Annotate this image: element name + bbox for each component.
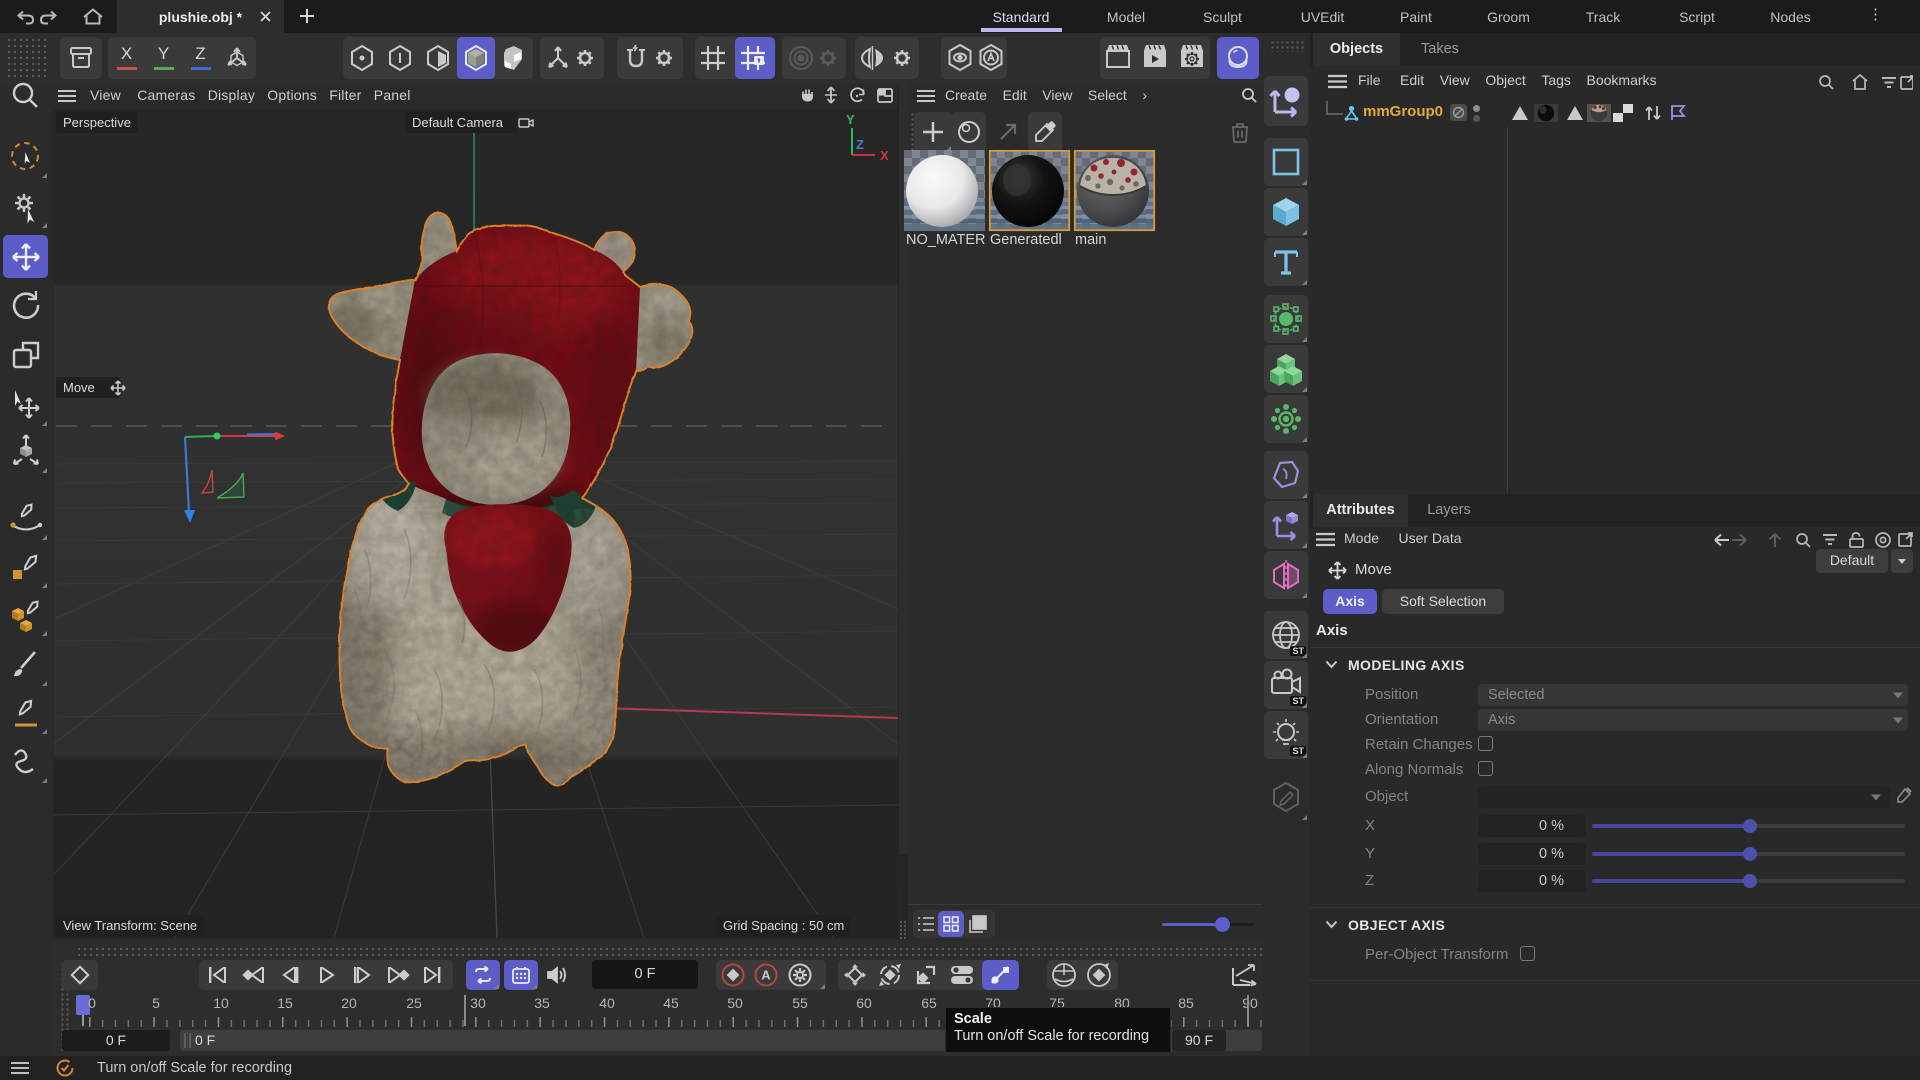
svg-text:X: X <box>880 148 889 163</box>
svg-text:Y: Y <box>846 112 855 127</box>
svg-text:Z: Z <box>856 137 864 152</box>
svg-text:A: A <box>761 968 771 983</box>
